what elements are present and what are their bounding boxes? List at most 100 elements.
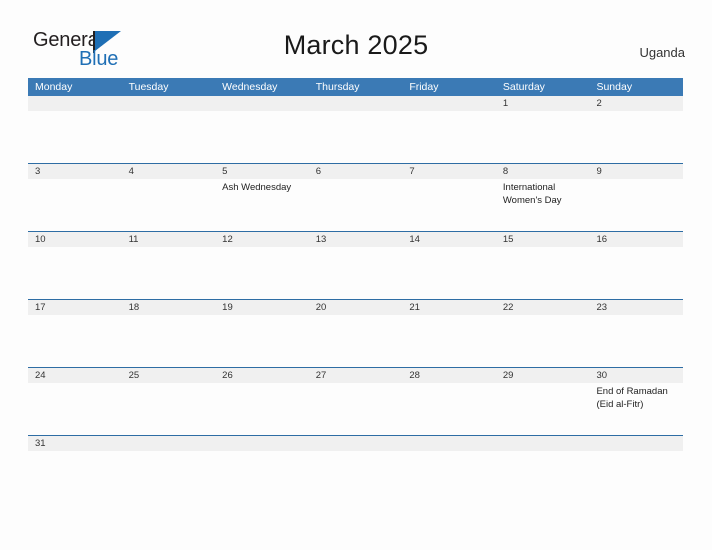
week-number-strip: 17 18 19 20 21 22 23 <box>28 300 683 315</box>
calendar-grid: Monday Tuesday Wednesday Thursday Friday… <box>28 78 683 469</box>
day-cell[interactable] <box>309 179 403 231</box>
day-number[interactable] <box>402 96 496 111</box>
day-cell[interactable] <box>309 451 403 469</box>
day-cell[interactable] <box>589 451 683 469</box>
day-cell[interactable] <box>309 315 403 367</box>
day-number[interactable]: 29 <box>496 368 590 383</box>
day-cell[interactable] <box>402 383 496 435</box>
day-number[interactable]: 16 <box>589 232 683 247</box>
day-cell[interactable] <box>215 111 309 163</box>
day-cell[interactable] <box>28 247 122 299</box>
day-cell[interactable] <box>309 247 403 299</box>
day-cell[interactable] <box>402 111 496 163</box>
week-row: 10 11 12 13 14 15 16 <box>28 231 683 299</box>
day-cell[interactable] <box>122 451 216 469</box>
day-number[interactable]: 28 <box>402 368 496 383</box>
day-cell[interactable] <box>122 111 216 163</box>
day-cell[interactable]: End of Ramadan (Eid al-Fitr) <box>589 383 683 435</box>
day-cell[interactable] <box>215 315 309 367</box>
day-cell[interactable] <box>28 179 122 231</box>
day-cell[interactable] <box>122 179 216 231</box>
day-number[interactable]: 24 <box>28 368 122 383</box>
weekday-tuesday: Tuesday <box>128 81 169 93</box>
day-number[interactable] <box>309 436 403 451</box>
day-cell[interactable] <box>28 383 122 435</box>
week-body-strip: Ash Wednesday International Women's Day <box>28 179 683 231</box>
day-number[interactable]: 20 <box>309 300 403 315</box>
day-number[interactable] <box>28 96 122 111</box>
day-number[interactable] <box>215 436 309 451</box>
day-cell[interactable] <box>496 111 590 163</box>
day-number[interactable]: 5 <box>215 164 309 179</box>
day-number[interactable]: 31 <box>28 436 122 451</box>
day-number[interactable]: 2 <box>589 96 683 111</box>
day-event: Ash Wednesday <box>222 182 292 193</box>
day-number[interactable]: 9 <box>589 164 683 179</box>
day-number[interactable]: 1 <box>496 96 590 111</box>
day-number[interactable] <box>496 436 590 451</box>
day-cell[interactable] <box>215 383 309 435</box>
day-cell[interactable] <box>309 111 403 163</box>
day-cell[interactable]: International Women's Day <box>496 179 590 231</box>
day-cell[interactable] <box>122 383 216 435</box>
weekday-header-row: Monday Tuesday Wednesday Thursday Friday… <box>28 78 683 96</box>
day-cell[interactable] <box>402 179 496 231</box>
day-number[interactable]: 27 <box>309 368 403 383</box>
day-cell[interactable] <box>215 451 309 469</box>
day-number[interactable]: 15 <box>496 232 590 247</box>
day-cell[interactable] <box>402 451 496 469</box>
day-cell[interactable] <box>309 383 403 435</box>
day-number[interactable]: 22 <box>496 300 590 315</box>
day-cell[interactable] <box>402 247 496 299</box>
day-number[interactable]: 3 <box>28 164 122 179</box>
day-number[interactable]: 10 <box>28 232 122 247</box>
day-number[interactable] <box>122 96 216 111</box>
day-number[interactable]: 19 <box>215 300 309 315</box>
day-number[interactable] <box>402 436 496 451</box>
day-cell[interactable] <box>28 451 122 469</box>
day-number[interactable]: 26 <box>215 368 309 383</box>
day-cell[interactable] <box>28 111 122 163</box>
day-cell[interactable] <box>402 315 496 367</box>
week-number-strip: 3 4 5 6 7 8 9 <box>28 164 683 179</box>
week-body-strip: End of Ramadan (Eid al-Fitr) <box>28 383 683 435</box>
day-number[interactable]: 18 <box>122 300 216 315</box>
day-number[interactable] <box>215 96 309 111</box>
weekday-saturday: Saturday <box>502 81 545 93</box>
day-event: End of Ramadan (Eid al-Fitr) <box>596 386 668 410</box>
day-cell[interactable] <box>496 315 590 367</box>
day-number[interactable]: 23 <box>589 300 683 315</box>
day-number[interactable] <box>309 96 403 111</box>
day-cell[interactable] <box>589 111 683 163</box>
week-row: 31 <box>28 435 683 469</box>
day-cell[interactable] <box>122 315 216 367</box>
day-cell[interactable] <box>215 247 309 299</box>
day-number[interactable]: 25 <box>122 368 216 383</box>
day-number[interactable]: 4 <box>122 164 216 179</box>
day-event: International Women's Day <box>502 182 562 206</box>
day-number[interactable]: 11 <box>122 232 216 247</box>
day-cell[interactable] <box>28 315 122 367</box>
day-cell[interactable] <box>589 179 683 231</box>
day-cell[interactable] <box>122 247 216 299</box>
day-number[interactable]: 8 <box>496 164 590 179</box>
day-number[interactable]: 14 <box>402 232 496 247</box>
day-number[interactable]: 7 <box>402 164 496 179</box>
day-number[interactable]: 13 <box>309 232 403 247</box>
day-cell[interactable]: Ash Wednesday <box>215 179 309 231</box>
day-number[interactable]: 12 <box>215 232 309 247</box>
week-number-strip: 1 2 <box>28 96 683 111</box>
day-number[interactable] <box>122 436 216 451</box>
day-number[interactable]: 30 <box>589 368 683 383</box>
day-number[interactable]: 6 <box>309 164 403 179</box>
weekday-wednesday: Wednesday <box>222 81 278 93</box>
day-cell[interactable] <box>496 383 590 435</box>
day-number[interactable]: 21 <box>402 300 496 315</box>
day-cell[interactable] <box>589 247 683 299</box>
day-cell[interactable] <box>589 315 683 367</box>
weekday-monday: Monday <box>35 81 73 93</box>
day-cell[interactable] <box>496 247 590 299</box>
day-number[interactable]: 17 <box>28 300 122 315</box>
day-number[interactable] <box>589 436 683 451</box>
day-cell[interactable] <box>496 451 590 469</box>
